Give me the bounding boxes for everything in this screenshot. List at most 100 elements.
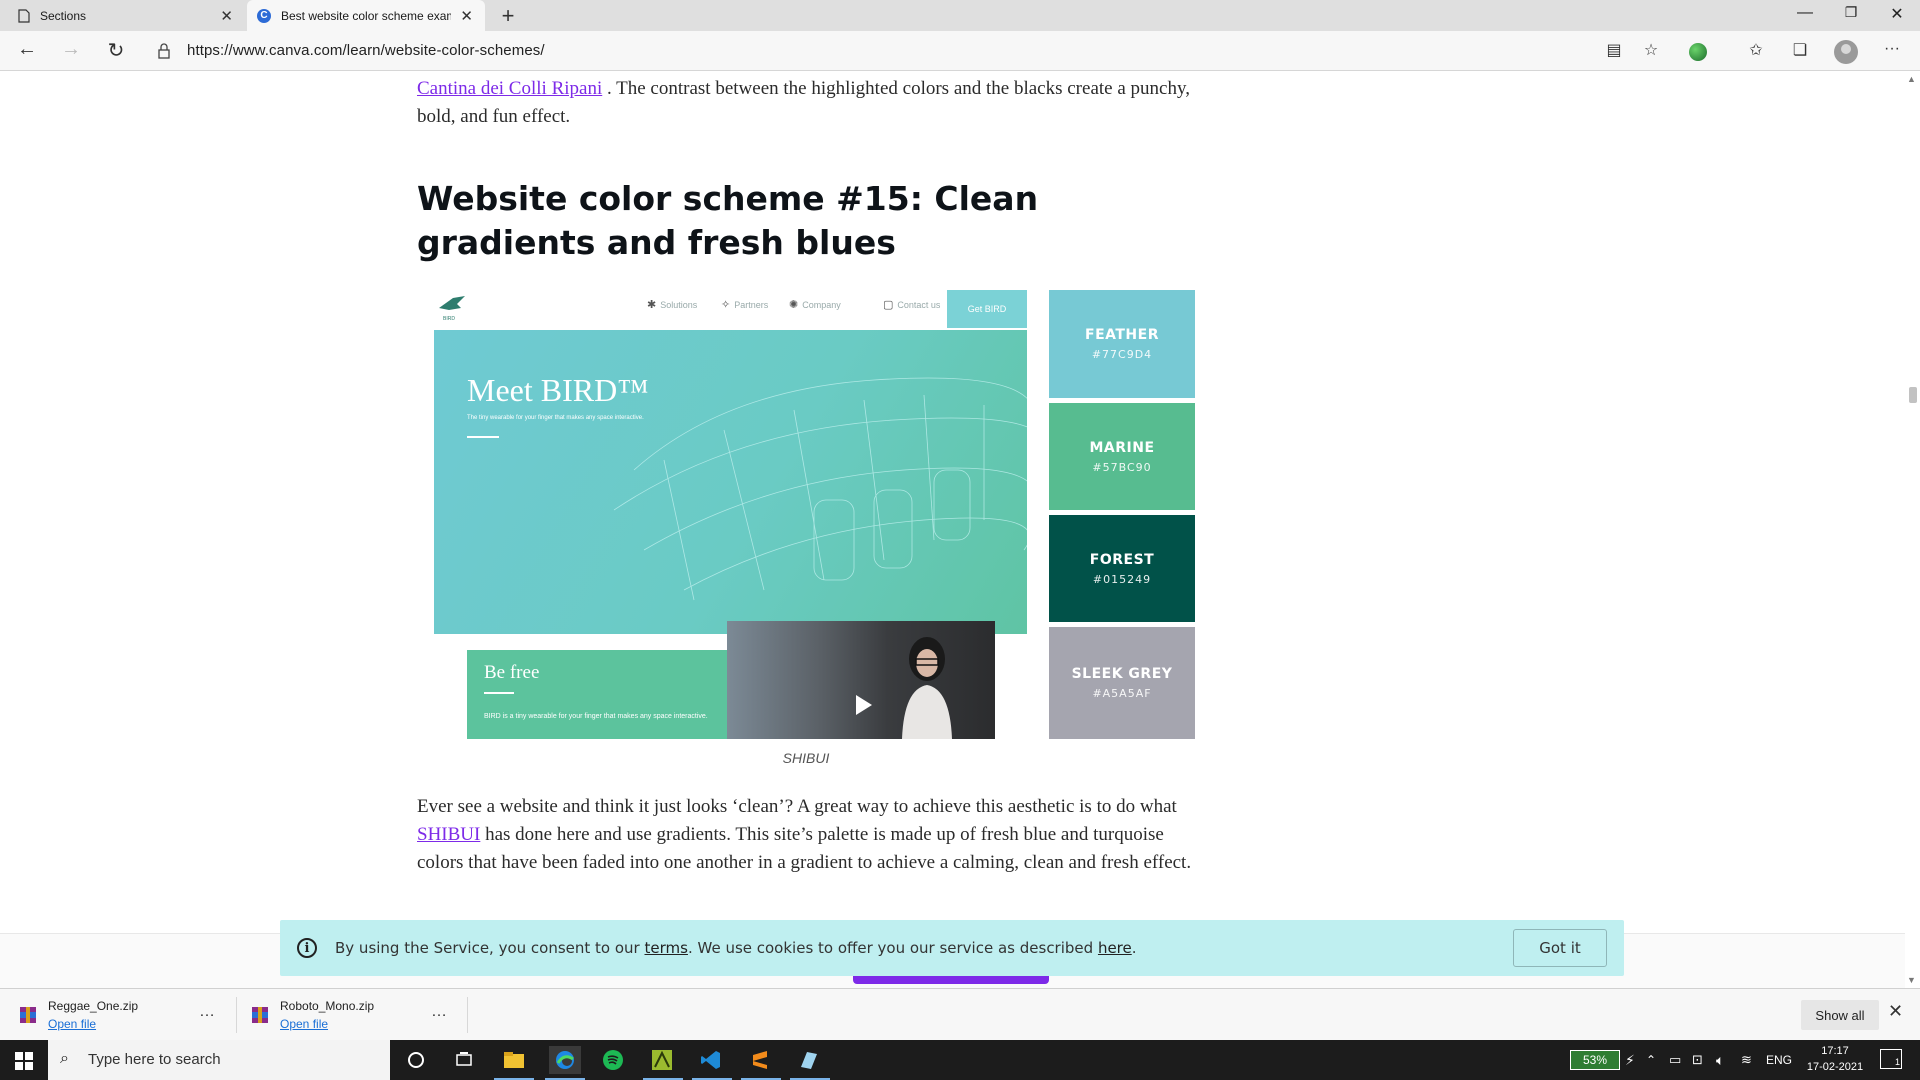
snipping-tool-icon[interactable]: [795, 1046, 823, 1074]
taskbar-search[interactable]: ⌕ Type here to search: [48, 1040, 390, 1080]
show-hidden-icons-icon[interactable]: ⌃: [1646, 1040, 1656, 1080]
hero-divider: [467, 436, 499, 438]
swatch-hex: #015249: [1092, 572, 1152, 586]
system-clock[interactable]: 17:17 17-02-2021: [1800, 1043, 1870, 1075]
battery-indicator[interactable]: 53%: [1570, 1050, 1620, 1070]
scroll-thumb[interactable]: [1909, 387, 1917, 403]
power-plug-icon[interactable]: ⚡: [1625, 1040, 1635, 1080]
swatch-name: SLEEK GREY: [1071, 666, 1173, 682]
wifi-icon[interactable]: ≋: [1741, 1040, 1752, 1080]
hero-title: Meet BIRD™: [467, 372, 649, 408]
here-link[interactable]: here: [1098, 939, 1132, 957]
search-placeholder: Type here to search: [88, 1051, 221, 1068]
network-drive-icon[interactable]: ⊡: [1692, 1040, 1703, 1080]
device-icon[interactable]: ▭: [1669, 1040, 1681, 1080]
download-item[interactable]: Roboto_Mono.zip Open file …: [251, 989, 461, 1041]
swatch-name: FOREST: [1089, 551, 1155, 568]
back-button[interactable]: ←: [12, 38, 42, 61]
task-view-icon[interactable]: [450, 1046, 478, 1074]
new-tab-button[interactable]: +: [495, 3, 521, 29]
forward-button[interactable]: →: [56, 38, 86, 61]
site-nav-solutions: ✱ Solutions: [647, 299, 698, 311]
swatch-marine: MARINE #57BC90: [1049, 403, 1195, 510]
swatch-feather: FEATHER #77C9D4: [1049, 290, 1195, 398]
cortana-icon[interactable]: [402, 1046, 430, 1074]
show-all-button[interactable]: Show all: [1801, 1000, 1879, 1030]
window-close-button[interactable]: ✕: [1882, 4, 1912, 24]
more-menu-icon[interactable]: ···: [1879, 40, 1905, 58]
site-nav-partners: ✧ Partners: [721, 299, 769, 311]
app-icon-green[interactable]: [648, 1046, 676, 1074]
shibui-link[interactable]: SHIBUI: [417, 824, 480, 845]
download-more-icon[interactable]: …: [199, 1003, 216, 1021]
collections-icon[interactable]: ❏: [1787, 40, 1813, 60]
open-file-link[interactable]: Open file: [280, 1017, 328, 1031]
play-icon: [856, 695, 872, 715]
figure-caption: SHIBUI: [782, 750, 830, 766]
add-favorite-icon[interactable]: ☆: [1638, 40, 1664, 60]
get-bird-button: Get BIRD: [947, 290, 1027, 328]
refresh-button[interactable]: ↻: [101, 38, 131, 63]
swatch-sleek-grey: SLEEK GREY #A5A5AF: [1049, 627, 1195, 739]
browser-toolbar: ← → ↻ https://www.canva.com/learn/websit…: [0, 31, 1920, 71]
person-image: [902, 637, 952, 739]
page-scrollbar[interactable]: ▲ ▼: [1905, 71, 1920, 988]
scroll-up-icon[interactable]: ▲: [1907, 74, 1916, 84]
downloads-bar: Reggae_One.zip Open file … Roboto_Mono.z…: [0, 988, 1920, 1040]
tab-sections[interactable]: Sections ✕: [0, 0, 245, 31]
favorites-icon[interactable]: ✩: [1743, 40, 1769, 60]
tab-canva-article[interactable]: C Best website color scheme exam ✕: [247, 0, 485, 31]
swatch-forest: FOREST #015249: [1049, 515, 1195, 622]
section-heading: Website color scheme #15: Clean gradient…: [417, 179, 1039, 262]
swatch-hex: #77C9D4: [1091, 348, 1153, 361]
video-thumbnail: [727, 621, 995, 739]
close-tab-icon[interactable]: ✕: [460, 7, 473, 25]
notification-center-icon[interactable]: 1: [1880, 1049, 1902, 1069]
cookie-message: By using the Service, you consent to our…: [335, 939, 1137, 957]
be-free-title: Be free: [484, 662, 540, 683]
file-explorer-icon[interactable]: [500, 1046, 528, 1074]
hero-banner: Meet BIRD™ The tiny wearable for your fi…: [434, 330, 1027, 634]
download-item[interactable]: Reggae_One.zip Open file …: [19, 989, 229, 1041]
shibui-figure: BIRD ✱ Solutions ✧ Partners ✺ Company ▢ Cont…: [417, 290, 1195, 739]
terms-link[interactable]: terms: [645, 939, 688, 957]
body-paragraph: Ever see a website and think it just loo…: [417, 793, 1195, 877]
search-icon: ⌕: [60, 1050, 69, 1067]
address-bar[interactable]: https://www.canva.com/learn/website-colo…: [187, 42, 545, 59]
swatch-hex: #57BC90: [1092, 460, 1152, 474]
swatch-hex: #A5A5AF: [1092, 687, 1152, 700]
lock-icon[interactable]: [157, 42, 171, 60]
page-icon: [18, 8, 30, 23]
sublime-text-icon[interactable]: [746, 1046, 774, 1074]
tab-strip: Sections ✕ C Best website color scheme e…: [0, 0, 1920, 31]
download-more-icon[interactable]: …: [431, 1003, 448, 1021]
download-filename: Reggae_One.zip: [48, 999, 139, 1013]
site-nav-company: ✺ Company: [789, 299, 841, 311]
cantina-link[interactable]: Cantina dei Colli Ripani: [417, 78, 602, 99]
body-text-end: has done here and use gradients. This si…: [417, 824, 1192, 873]
be-free-panel: Be free BIRD is a tiny wearable for your…: [467, 650, 727, 739]
language-indicator[interactable]: ENG: [1766, 1040, 1792, 1080]
vscode-icon[interactable]: [697, 1046, 725, 1074]
profile-avatar[interactable]: [1834, 40, 1858, 64]
page-content: Cantina dei Colli Ripani . The contrast …: [0, 71, 1905, 988]
divider: [467, 997, 468, 1033]
intro-paragraph: Cantina dei Colli Ripani . The contrast …: [417, 75, 1195, 131]
windows-start-icon[interactable]: [15, 1052, 33, 1070]
close-tab-icon[interactable]: ✕: [220, 7, 233, 25]
immersive-reader-icon[interactable]: ▤: [1601, 40, 1627, 60]
spotify-icon[interactable]: [599, 1046, 627, 1074]
be-free-text: BIRD is a tiny wearable for your finger …: [484, 713, 708, 720]
cookie-banner: i By using the Service, you consent to o…: [280, 920, 1624, 976]
extension-icon[interactable]: [1689, 43, 1707, 61]
tab-title: Best website color scheme exam: [281, 8, 451, 23]
restore-button[interactable]: ❐: [1836, 4, 1866, 21]
minimize-button[interactable]: —: [1790, 4, 1820, 22]
close-downloads-icon[interactable]: ✕: [1888, 1001, 1903, 1022]
got-it-button[interactable]: Got it: [1513, 929, 1607, 967]
scroll-down-icon[interactable]: ▼: [1907, 975, 1916, 985]
edge-browser-icon[interactable]: [549, 1046, 581, 1074]
windows-taskbar: ⌕ Type here to search 53% ⚡ ⌃ ▭ ⊡ 🔈︎ ≋ E…: [0, 1040, 1920, 1080]
open-file-link[interactable]: Open file: [48, 1017, 96, 1031]
volume-icon[interactable]: 🔈︎: [1716, 1040, 1724, 1080]
